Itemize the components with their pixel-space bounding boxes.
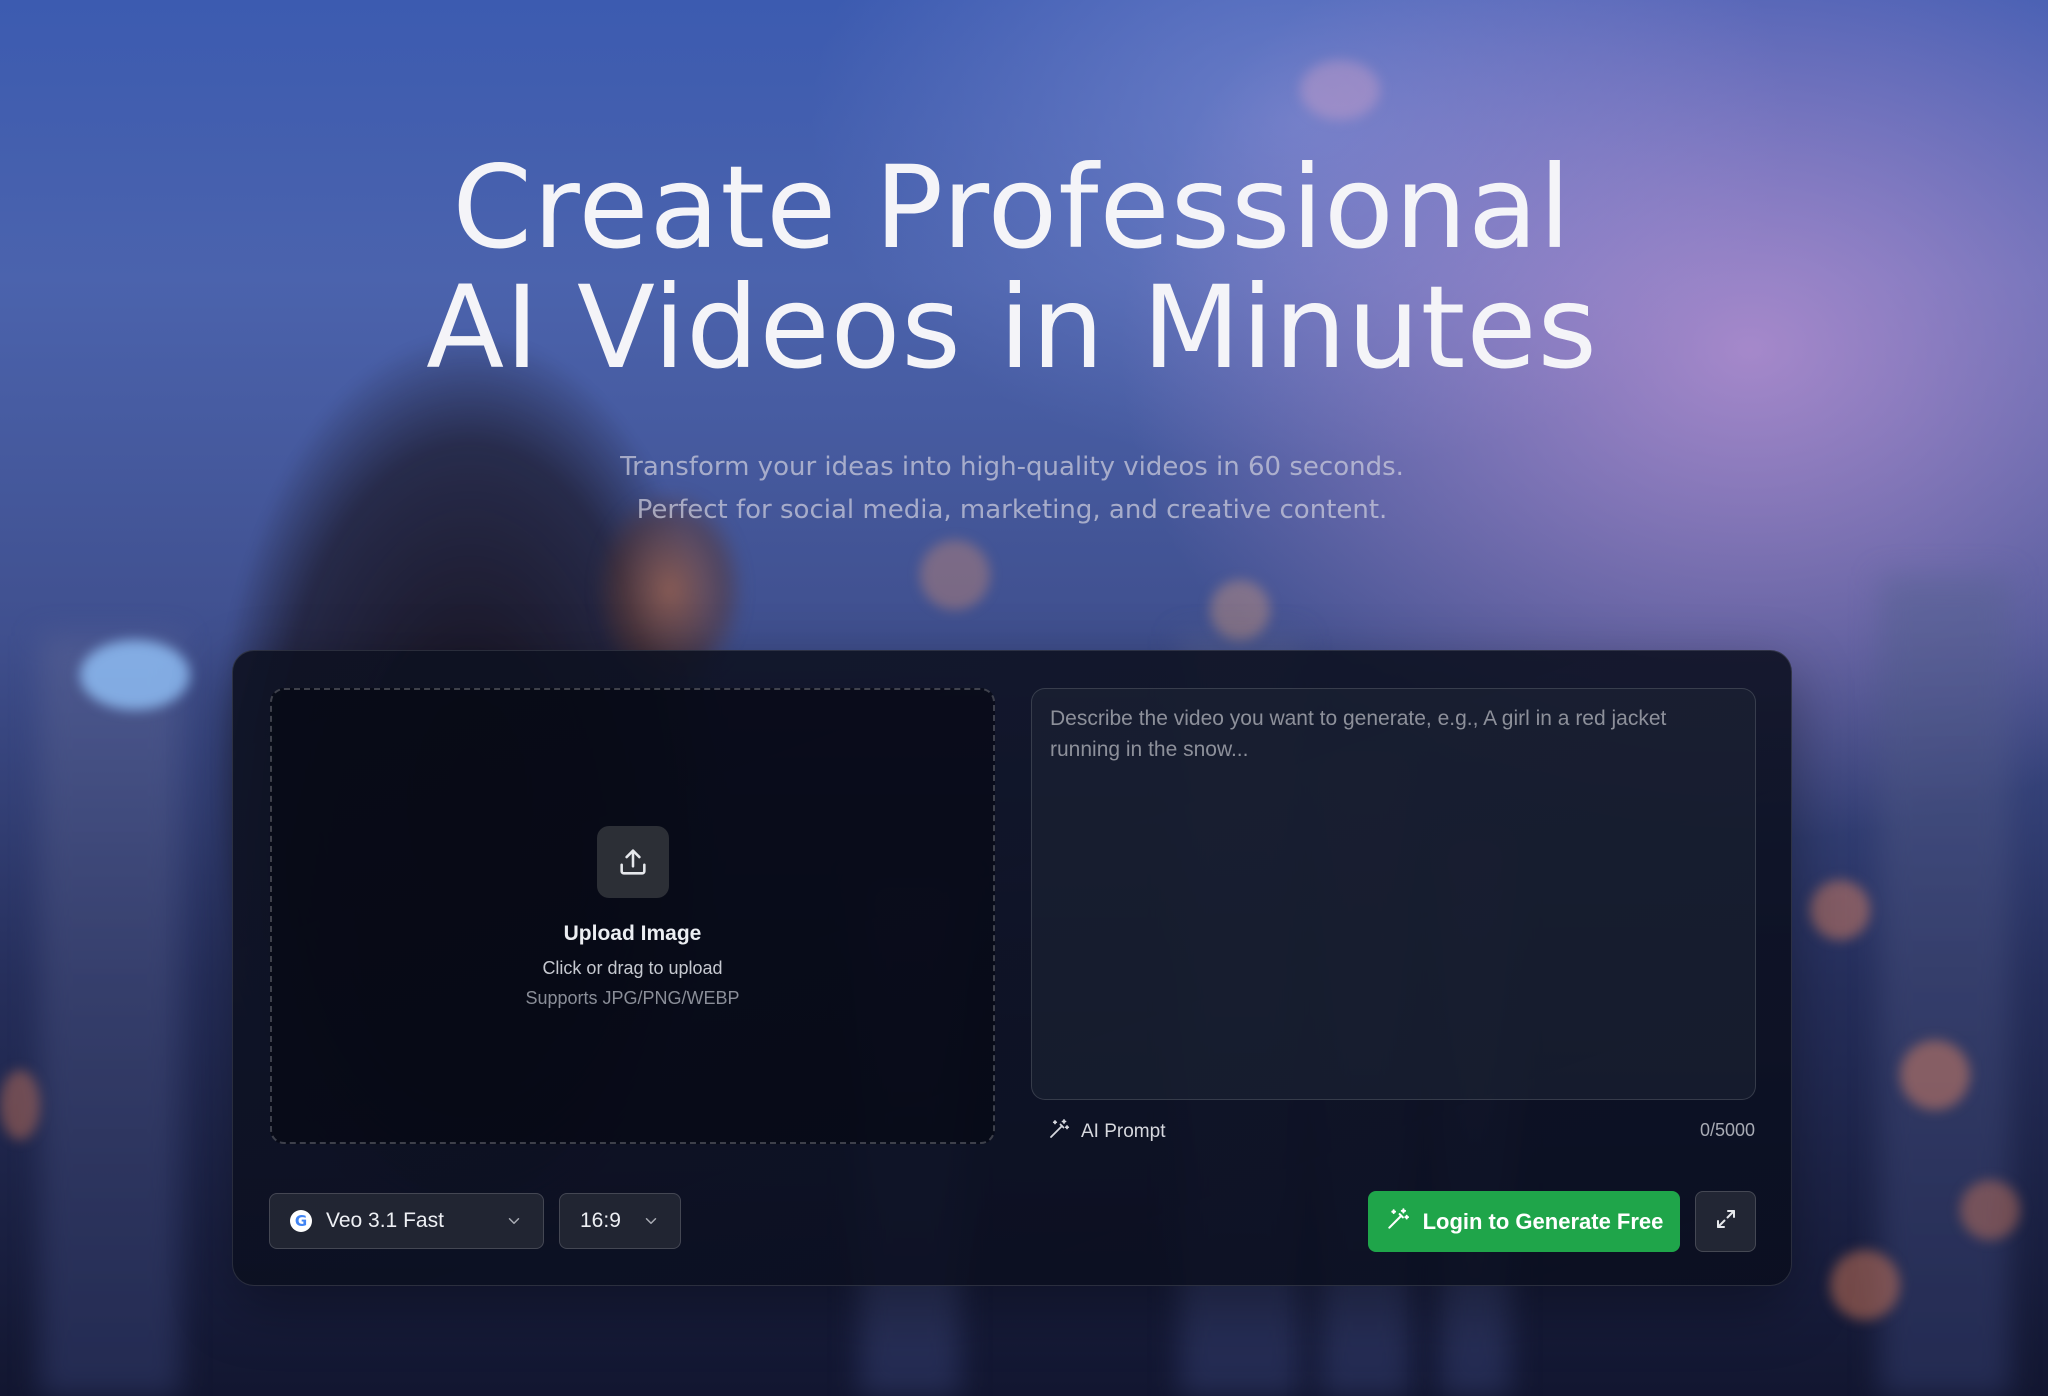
upload-hint: Click or drag to upload xyxy=(542,958,723,978)
aspect-ratio-select[interactable]: 16:9 xyxy=(559,1193,681,1249)
expand-icon xyxy=(1714,1207,1738,1236)
model-select-value: Veo 3.1 Fast xyxy=(326,1209,444,1232)
login-to-generate-button[interactable]: Login to Generate Free xyxy=(1368,1191,1680,1252)
magic-wand-icon xyxy=(1385,1206,1411,1238)
hero-title-line-2: AI Videos in Minutes xyxy=(426,261,1598,394)
magic-wand-icon xyxy=(1047,1117,1071,1147)
google-logo-icon: G xyxy=(290,1210,312,1232)
hero-title-line-1: Create Professional xyxy=(452,141,1572,274)
hero-section: Create Professional AI Videos in Minutes… xyxy=(0,148,2024,532)
generator-panel: Upload Image Click or drag to upload Sup… xyxy=(232,650,1792,1286)
image-upload-dropzone[interactable]: Upload Image Click or drag to upload Sup… xyxy=(270,688,995,1144)
login-to-generate-label: Login to Generate Free xyxy=(1422,1208,1664,1234)
aspect-ratio-value: 16:9 xyxy=(580,1209,621,1232)
ai-prompt-button[interactable]: AI Prompt xyxy=(1047,1117,1165,1147)
upload-formats: Supports JPG/PNG/WEBP xyxy=(525,988,740,1008)
chevron-down-icon xyxy=(642,1212,660,1236)
character-counter: 0/5000 xyxy=(1699,1120,1755,1140)
chevron-down-icon xyxy=(505,1212,523,1236)
hero-subtitle-line-1: Transform your ideas into high-quality v… xyxy=(620,452,1404,482)
ai-prompt-label: AI Prompt xyxy=(1081,1121,1166,1142)
upload-title: Upload Image xyxy=(563,922,702,945)
video-prompt-input[interactable] xyxy=(1031,688,1756,1100)
model-select[interactable]: G Veo 3.1 Fast xyxy=(269,1193,544,1249)
fullscreen-button[interactable] xyxy=(1695,1191,1756,1252)
upload-icon xyxy=(597,826,669,898)
hero-title: Create Professional AI Videos in Minutes xyxy=(0,148,2024,388)
hero-subtitle-line-2: Perfect for social media, marketing, and… xyxy=(636,495,1388,525)
hero-subtitle: Transform your ideas into high-quality v… xyxy=(0,446,2024,532)
